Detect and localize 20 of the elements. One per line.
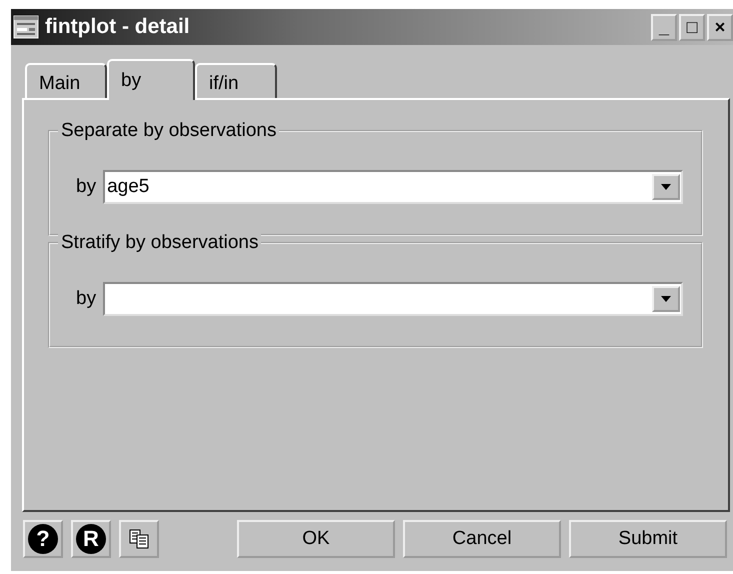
dropdown-field[interactable] [103,282,683,316]
maximize-button[interactable]: □ [679,14,705,40]
window-title: fintplot - detail [45,15,191,39]
dropdown-field[interactable]: age5 [103,170,683,204]
close-button[interactable]: × [707,14,733,40]
group-title: Stratify by observations [58,232,262,254]
window-icon [13,15,39,39]
tab[interactable]: if/in [195,63,277,98]
field-label: by [76,288,96,310]
field-label: by [76,176,96,198]
tab[interactable]: by [107,59,195,100]
copy-icon[interactable] [119,520,159,558]
cancel-button[interactable]: Cancel [403,520,561,558]
submit-button[interactable]: Submit [569,520,727,558]
r-button[interactable]: R [71,520,111,558]
ok-button[interactable]: OK [237,520,395,558]
tab[interactable]: Main [25,63,107,98]
group-title: Separate by observations [58,120,280,142]
minimize-button[interactable]: _ [651,14,677,40]
help-button[interactable]: ? [23,520,63,558]
